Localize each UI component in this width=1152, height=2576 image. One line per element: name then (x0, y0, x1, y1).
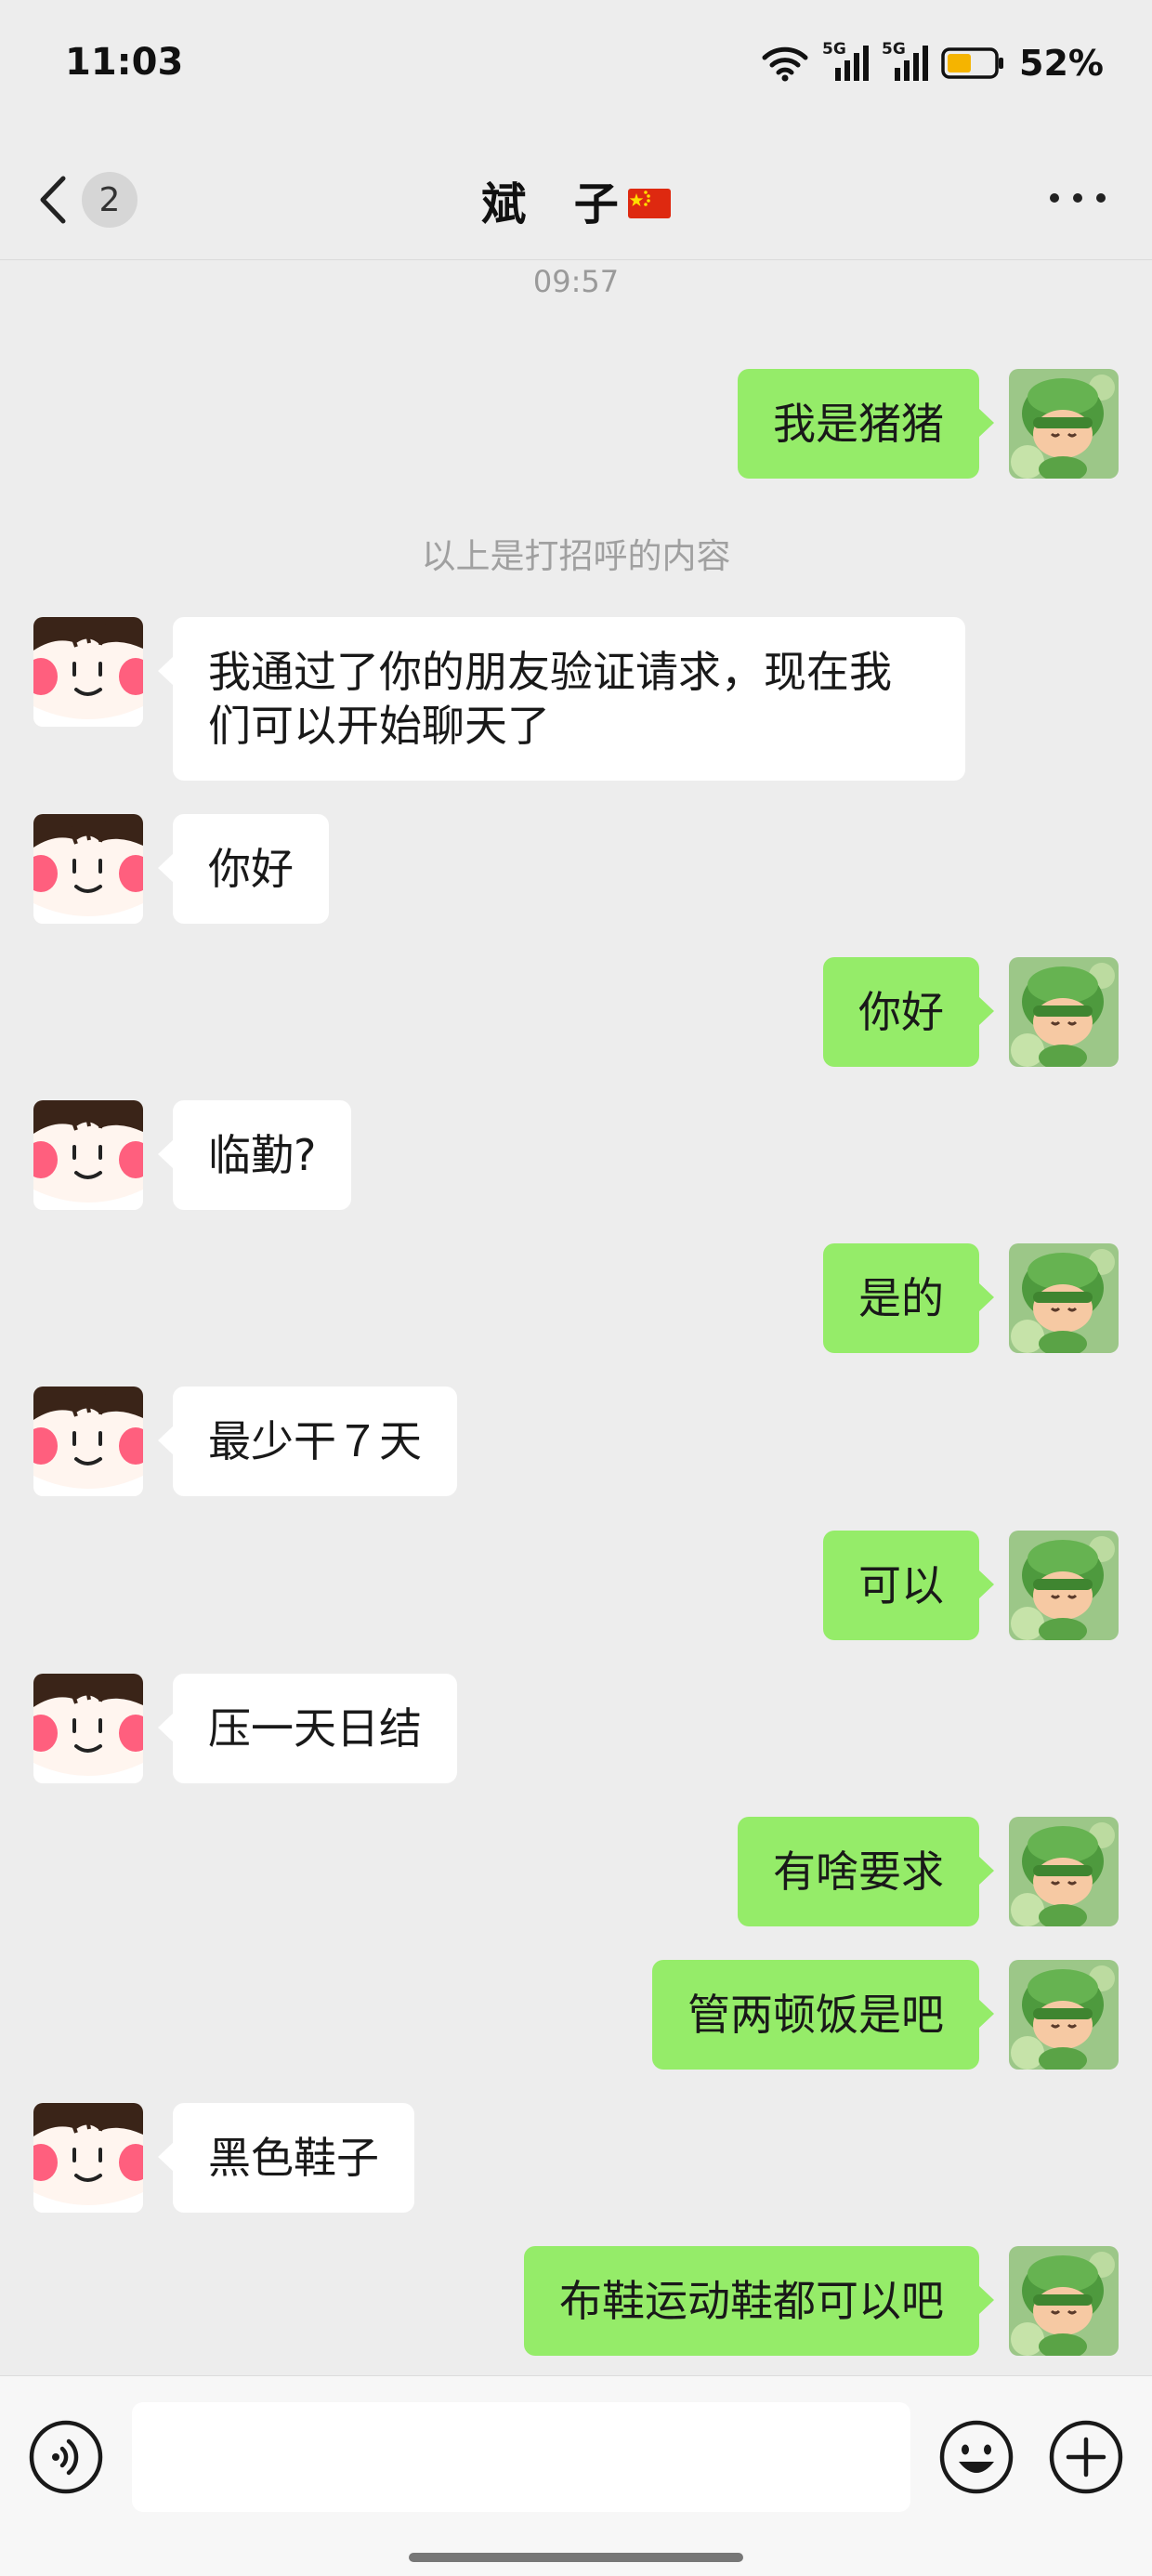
more-dot-icon (1050, 193, 1059, 203)
my-avatar[interactable] (1009, 369, 1119, 479)
received-message-bubble[interactable]: 我通过了你的朋友验证请求，现在我们可以开始聊天了 (158, 617, 965, 781)
my-avatar[interactable] (1009, 1243, 1119, 1353)
sent-message-bubble[interactable]: 管两顿饭是吧 (652, 1960, 994, 2070)
emoji-icon[interactable] (938, 2419, 1015, 2495)
battery-icon (941, 47, 1004, 79)
chat-screen: 11:03 5G 5G 52% 2 斌 子 09:57 以上是打招呼的内容 我是… (0, 0, 1152, 2576)
status-time: 11:03 (65, 41, 184, 84)
status-bar: 11:03 5G 5G 52% (0, 0, 1152, 139)
my-avatar[interactable] (1009, 1817, 1119, 1926)
system-note: 以上是打招呼的内容 (421, 536, 731, 576)
signal-icon-2: 5G (882, 40, 929, 83)
contact-avatar[interactable] (33, 814, 143, 924)
received-message-bubble[interactable]: 黑色鞋子 (158, 2103, 414, 2213)
voice-input-icon[interactable] (28, 2419, 104, 2495)
sent-message-bubble[interactable]: 有啥要求 (738, 1817, 994, 1926)
sent-message-bubble[interactable]: 我是猪猪 (738, 369, 994, 479)
signal-icon-1: 5G (822, 40, 870, 83)
home-indicator (409, 2553, 743, 2562)
message-input[interactable] (132, 2402, 910, 2512)
sent-message-bubble[interactable]: 你好 (823, 957, 994, 1067)
received-message-bubble[interactable]: 临勤? (157, 1100, 352, 1210)
contact-name: 斌 子 (481, 178, 624, 230)
my-avatar[interactable] (1009, 957, 1119, 1067)
contact-avatar[interactable] (33, 617, 143, 727)
my-avatar[interactable] (1009, 1960, 1119, 2070)
more-dot-icon (1096, 193, 1106, 203)
message-timestamp: 09:57 (532, 264, 620, 299)
input-bar (0, 2375, 1152, 2576)
my-avatar[interactable] (1009, 2246, 1119, 2356)
more-options-button[interactable] (1050, 184, 1106, 212)
wifi-icon (762, 46, 808, 82)
contact-avatar[interactable] (33, 1387, 143, 1496)
received-message-bubble[interactable]: 你好 (158, 814, 329, 924)
contact-avatar[interactable] (33, 1100, 143, 1210)
sent-message-bubble[interactable]: 可以 (823, 1531, 994, 1640)
sent-message-bubble[interactable]: 布鞋运动鞋都可以吧 (524, 2246, 994, 2356)
more-dot-icon (1073, 193, 1082, 203)
battery-percent: 52% (1019, 43, 1104, 84)
received-message-bubble[interactable]: 压一天日结 (158, 1674, 457, 1783)
received-message-bubble[interactable]: 最少干７天 (158, 1387, 457, 1496)
chat-header: 2 斌 子 (0, 139, 1152, 260)
china-flag-icon (627, 189, 671, 218)
chat-title: 斌 子 (0, 167, 1152, 232)
contact-avatar[interactable] (33, 1674, 143, 1783)
add-more-icon[interactable] (1048, 2419, 1124, 2495)
status-icons: 5G 5G 52% (761, 40, 1104, 84)
my-avatar[interactable] (1009, 1531, 1119, 1640)
sent-message-bubble[interactable]: 是的 (823, 1243, 994, 1353)
contact-avatar[interactable] (33, 2103, 143, 2213)
